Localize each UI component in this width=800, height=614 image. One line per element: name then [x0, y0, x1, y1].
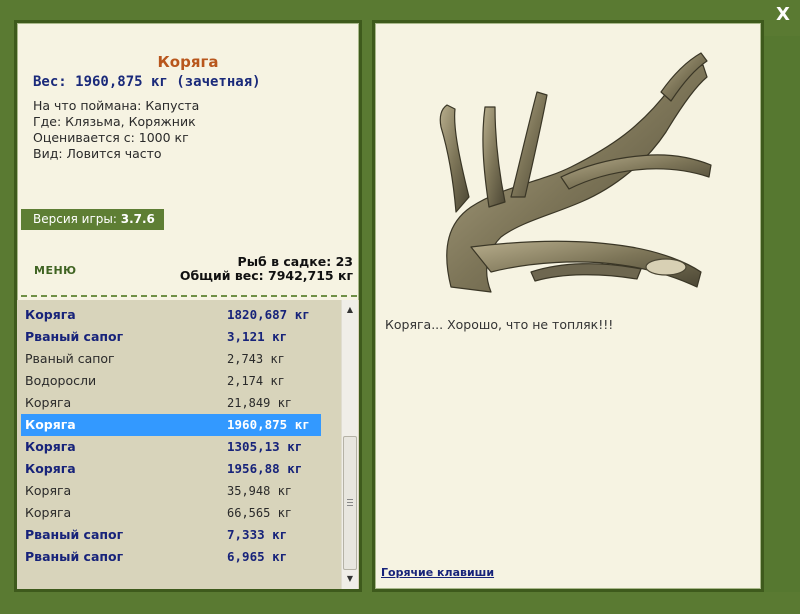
- catch-item-name: Рваный сапог: [25, 329, 124, 344]
- catch-list-item[interactable]: Коряга 21,849 кг: [21, 392, 321, 414]
- catch-item-weight: 6,965 кг: [227, 549, 288, 564]
- catch-list-item[interactable]: Коряга 66,565 кг: [21, 502, 321, 524]
- catch-item-name: Коряга: [25, 505, 72, 520]
- menu-button[interactable]: МЕНЮ: [34, 264, 77, 277]
- catch-item-name: Рваный сапог: [25, 351, 115, 366]
- fish-title: Коряга: [157, 53, 219, 71]
- driftwood-image: [439, 52, 712, 293]
- catch-item-name: Коряга: [25, 439, 76, 454]
- catch-item-weight: 3,121 кг: [227, 329, 288, 344]
- catch-list-item[interactable]: Коряга 1960,875 кг: [21, 414, 321, 436]
- catch-list-item[interactable]: Рваный сапог 2,743 кг: [21, 348, 321, 370]
- catch-list-item[interactable]: Водоросли 2,174 кг: [21, 370, 321, 392]
- arrow-up-icon[interactable]: ▲: [342, 302, 358, 318]
- catch-list-item[interactable]: Рваный сапог 6,965 кг: [21, 546, 321, 568]
- version-badge: Версия игры: 3.7.6: [21, 209, 164, 230]
- catch-item-weight: 1956,88 кг: [227, 461, 303, 476]
- catch-list-item[interactable]: Рваный сапог 3,121 кг: [21, 326, 321, 348]
- catch-item-weight: 35,948 кг: [227, 484, 293, 498]
- fish-info-panel: Коряга Вес: 1960,875 кг (зачетная) На чт…: [14, 20, 362, 592]
- thumb-grip: [347, 505, 353, 506]
- catch-item-weight: 2,743 кг: [227, 352, 285, 366]
- fish-trophy-threshold: Оценивается с: 1000 кг: [33, 130, 189, 145]
- list-scrollbar[interactable]: ▲ ▼: [341, 300, 358, 589]
- fish-photo-panel: Коряга... Хорошо, что не топляк!!! Горяч…: [372, 20, 764, 592]
- bottom-frame-strip: [0, 592, 800, 614]
- dashed-divider: [21, 295, 357, 297]
- catch-item-name: Коряга: [25, 461, 76, 476]
- catch-list-item[interactable]: Коряга 35,948 кг: [21, 480, 321, 502]
- catch-item-weight: 21,849 кг: [227, 396, 293, 410]
- catch-item-name: Коряга: [25, 307, 76, 322]
- catch-item-weight: 1960,875 кг: [227, 417, 310, 432]
- catch-list-item[interactable]: Коряга 1305,13 кг: [21, 436, 321, 458]
- catch-item-name: Рваный сапог: [25, 549, 124, 564]
- fish-location: Где: Клязьма, Коряжник: [33, 114, 196, 129]
- hotkeys-link[interactable]: Горячие клавиши: [381, 566, 494, 579]
- fish-weight: Вес: 1960,875 кг (зачетная): [33, 74, 261, 90]
- catch-list-item[interactable]: Коряга 1820,687 кг: [21, 304, 321, 326]
- keepnet-stats: Рыб в садке: 23 Общий вес: 7942,715 кг: [180, 255, 353, 283]
- catch-list-item[interactable]: Коряга 1956,88 кг: [21, 458, 321, 480]
- thumb-grip: [347, 502, 353, 503]
- close-button[interactable]: X: [772, 4, 794, 26]
- catch-item-name: Рваный сапог: [25, 527, 124, 542]
- arrow-down-icon[interactable]: ▼: [342, 571, 358, 587]
- thumb-grip: [347, 499, 353, 500]
- version-label: Версия игры:: [33, 212, 117, 226]
- close-icon: X: [776, 4, 790, 25]
- catch-item-name: Коряга: [25, 395, 72, 410]
- total-weight: Общий вес: 7942,715 кг: [179, 268, 353, 283]
- catch-item-weight: 66,565 кг: [227, 506, 293, 520]
- fish-frequency: Вид: Ловится часто: [33, 146, 162, 161]
- catch-item-weight: 1820,687 кг: [227, 307, 310, 322]
- catch-item-weight: 2,174 кг: [227, 374, 285, 388]
- catch-item-name: Водоросли: [25, 373, 97, 388]
- catch-item-weight: 7,333 кг: [227, 527, 288, 542]
- right-frame-strip: [764, 36, 800, 614]
- scrollbar-thumb[interactable]: [343, 436, 357, 570]
- catch-item-name: Коряга: [25, 417, 76, 432]
- fish-comment: Коряга... Хорошо, что не топляк!!!: [385, 317, 614, 332]
- fish-count: Рыб в садке: 23: [237, 254, 353, 269]
- fish-bait: На что поймана: Капуста: [33, 98, 200, 113]
- catch-list-item[interactable]: Рваный сапог 7,333 кг: [21, 524, 321, 546]
- catch-item-weight: 1305,13 кг: [227, 439, 303, 454]
- catch-list[interactable]: Коряга 1820,687 кг Рваный сапог 3,121 кг Рва…: [17, 300, 359, 589]
- catch-item-name: Коряга: [25, 483, 72, 498]
- version-value: 3.7.6: [120, 212, 155, 226]
